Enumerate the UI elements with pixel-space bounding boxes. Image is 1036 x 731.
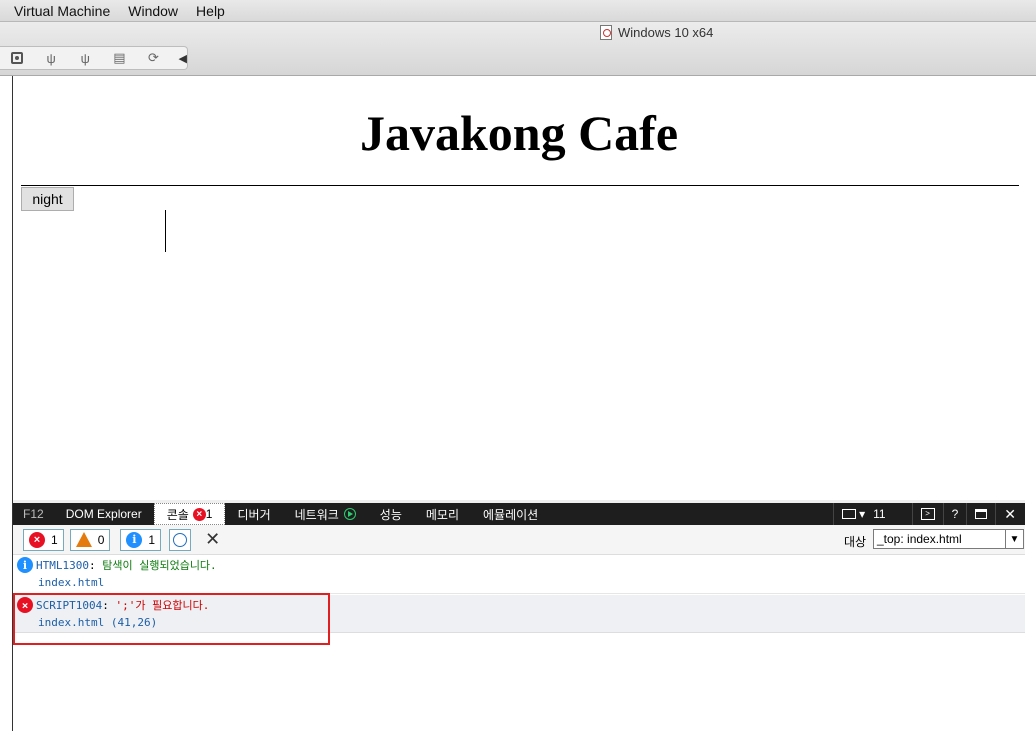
target-select-value: _top: index.html <box>877 532 962 546</box>
tab-performance[interactable]: 성능 <box>368 503 414 525</box>
vm-snapshot-button[interactable]: ⟳ <box>136 47 170 69</box>
console-toggle-button[interactable]: > <box>911 503 943 525</box>
warning-icon <box>75 532 92 547</box>
vm-window-title: Windows 10 x64 <box>600 25 713 40</box>
night-button[interactable]: night <box>21 187 74 211</box>
text-caret <box>165 210 166 252</box>
printer-icon: ▤ <box>113 50 126 65</box>
play-icon <box>343 508 356 520</box>
devtools-panel: F12 DOM Explorer 콘솔 × 1 디버거 네트워크 성능 메모리 … <box>12 500 1025 731</box>
filter-warnings-button[interactable]: 0 <box>69 528 111 551</box>
vm-title-text: Windows 10 x64 <box>618 25 714 40</box>
vm-settings-button[interactable] <box>0 47 34 69</box>
tab-debugger[interactable]: 디버거 <box>225 503 282 525</box>
target-label: 대상 <box>844 535 867 549</box>
message-text: 탐색이 실행되었습니다. <box>102 559 217 572</box>
tab-memory[interactable]: 메모리 <box>414 503 471 525</box>
tab-dom-explorer[interactable]: DOM Explorer <box>54 503 154 525</box>
vm-document-icon <box>600 25 612 40</box>
close-devtools-button[interactable]: ✕ <box>995 503 1024 525</box>
monitor-icon <box>842 509 857 519</box>
console-message-info[interactable]: i HTML1300: 탐색이 실행되었습니다. index.html <box>13 555 1025 594</box>
message-code: HTML1300 <box>36 559 89 572</box>
highlight-box <box>13 593 330 645</box>
help-button[interactable]: ? <box>942 503 967 525</box>
navigate-icon <box>173 532 188 547</box>
snapshot-icon: ⟳ <box>148 50 159 65</box>
info-icon: i <box>126 531 143 548</box>
usb-icon: ψ <box>46 50 56 66</box>
help-icon: ? <box>951 507 959 521</box>
filter-errors-count: 1 <box>51 532 58 547</box>
mac-menubar: Virtual Machine Window Help <box>0 0 1036 22</box>
document-mode-selector[interactable]: ▾ 11 <box>833 503 894 525</box>
filter-warnings-count: 0 <box>97 532 105 547</box>
page-title: Javakong Cafe <box>359 105 679 161</box>
tab-network-label: 네트워크 <box>294 507 339 522</box>
console-error-count: 1 <box>205 507 213 521</box>
filter-messages-button[interactable]: i 1 <box>120 528 162 551</box>
info-icon: i <box>17 557 33 573</box>
clear-console-icon[interactable]: ✕ <box>205 529 220 550</box>
collapse-toolbar-icon[interactable]: ◀ <box>179 52 187 65</box>
tab-console[interactable]: 콘솔 × 1 <box>153 503 226 525</box>
vm-printer-button[interactable]: ▤ <box>102 47 136 69</box>
terminal-icon: > <box>920 508 935 520</box>
tab-network[interactable]: 네트워크 <box>283 503 368 525</box>
chevron-down-icon: ▼ <box>1005 530 1023 548</box>
devtools-window-controls: ▾ 11 > ? ✕ <box>833 503 1024 525</box>
tab-console-label: 콘솔 <box>166 507 189 522</box>
vm-tool-group: ψ ψ ▤ ⟳ ◀ <box>0 46 188 70</box>
vm-toolbar: Windows 10 x64 ψ ψ ▤ ⟳ ◀ <box>0 22 1036 76</box>
browser-page: Javakong Cafe night <box>12 76 1024 500</box>
f12-label: F12 <box>23 507 44 521</box>
message-source-link[interactable]: index.html <box>38 576 104 589</box>
filter-messages-count: 1 <box>148 532 156 547</box>
vm-usb-button-1[interactable]: ψ <box>34 47 68 69</box>
clear-on-navigate-button[interactable] <box>169 528 192 551</box>
menu-virtual-machine[interactable]: Virtual Machine <box>14 3 110 19</box>
undock-icon <box>975 509 988 519</box>
usb-icon: ψ <box>80 50 90 66</box>
settings-icon <box>11 52 24 64</box>
target-select[interactable]: _top: index.html ▼ <box>873 529 1024 549</box>
vm-usb-button-2[interactable]: ψ <box>68 47 102 69</box>
error-badge-icon: × <box>192 507 206 521</box>
horizontal-rule <box>21 185 1019 186</box>
tab-emulation[interactable]: 에뮬레이션 <box>471 503 550 525</box>
filter-errors-button[interactable]: × 1 <box>23 528 64 551</box>
close-icon: ✕ <box>1004 505 1016 522</box>
document-mode-value: 11 <box>873 507 886 521</box>
undock-button[interactable] <box>966 503 995 525</box>
menu-window[interactable]: Window <box>128 3 178 19</box>
menu-help[interactable]: Help <box>196 3 225 19</box>
chevron-down-icon: ▾ <box>859 507 866 521</box>
error-icon: × <box>29 531 45 548</box>
console-toolbar: × 1 0 i 1 ✕ 대상 _top: index.html ▼ <box>13 525 1025 555</box>
